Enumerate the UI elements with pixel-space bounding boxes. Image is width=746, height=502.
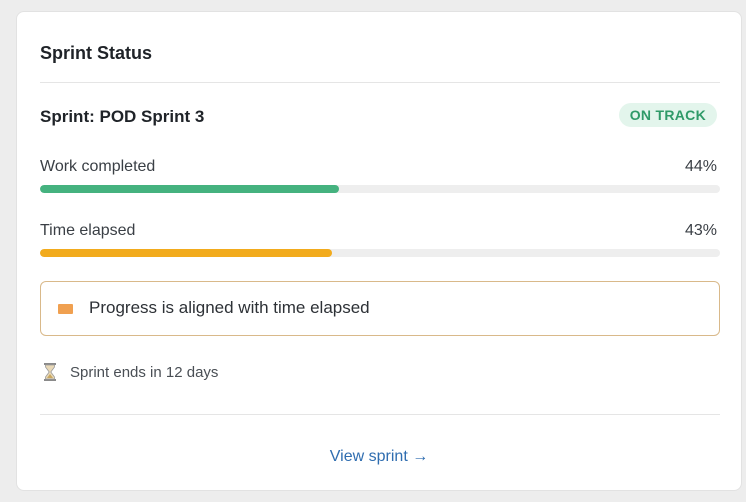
time-elapsed-value: 43% [684, 222, 717, 239]
sprint-countdown: Sprint ends in 12 days [44, 363, 218, 381]
sprint-status-card: Sprint Status Sprint: POD Sprint 3 ON TR… [16, 11, 742, 491]
progress-alert: Progress is aligned with time elapsed [40, 281, 720, 336]
time-elapsed-label: Time elapsed [40, 222, 136, 239]
sprint-name: Sprint: POD Sprint 3 [40, 107, 205, 126]
countdown-text: Sprint ends in 12 days [70, 363, 219, 381]
card-title: Sprint Status [40, 43, 153, 63]
header-divider [40, 82, 720, 83]
hourglass-icon [44, 363, 56, 381]
orange-square-icon [58, 304, 73, 314]
view-sprint-link[interactable]: View sprint → [17, 448, 741, 466]
alert-text: Progress is aligned with time elapsed [89, 298, 370, 317]
time-elapsed-bar-fill [40, 249, 333, 257]
status-badge: ON TRACK [618, 103, 717, 127]
work-completed-bar-fill [40, 185, 340, 193]
work-completed-label: Work completed [40, 158, 156, 175]
work-completed-bar [40, 185, 720, 193]
footer-divider [40, 414, 720, 415]
work-completed-value: 44% [684, 158, 717, 175]
time-elapsed-bar [40, 249, 720, 257]
